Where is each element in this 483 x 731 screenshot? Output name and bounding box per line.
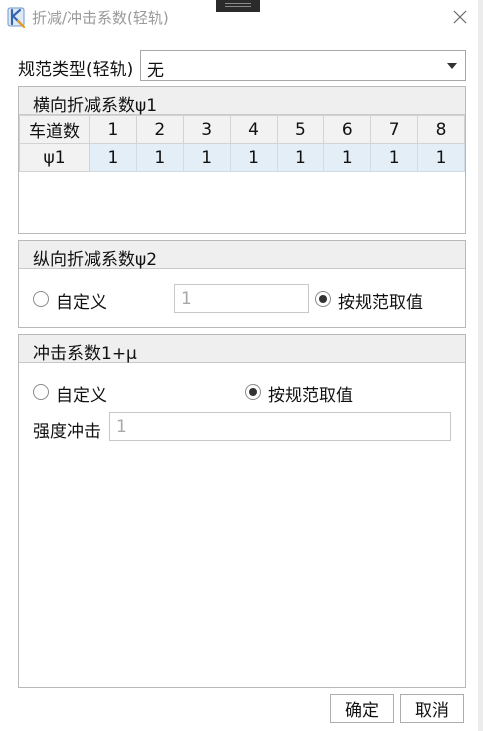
window-title: 折减/冲击系数(轻轨) <box>32 9 169 27</box>
column-header: 6 <box>323 115 372 144</box>
table-cell[interactable]: 1 <box>323 143 372 172</box>
strength-impact-input[interactable] <box>109 412 451 441</box>
chevron-down-icon <box>447 63 457 69</box>
table-header-row: 车道数 1 2 3 4 5 6 7 8 <box>19 115 465 144</box>
close-icon <box>453 10 467 24</box>
lateral-reduction-group: 横向折减系数ψ1 车道数 1 2 3 4 5 6 7 8 ψ1 1 1 1 1 … <box>18 86 466 234</box>
longitudinal-spec-label: 按规范取值 <box>338 293 423 313</box>
radio-checked-icon <box>245 384 261 400</box>
table-cell[interactable]: 1 <box>89 143 137 172</box>
close-button[interactable] <box>446 4 474 30</box>
row-header: ψ1 <box>19 143 90 172</box>
spec-type-label: 规范类型(轻轨) <box>18 60 134 80</box>
longitudinal-value-input[interactable] <box>174 284 309 313</box>
ok-button[interactable]: 确定 <box>330 694 394 723</box>
spec-type-value: 无 <box>147 61 164 81</box>
cancel-button[interactable]: 取消 <box>400 694 464 723</box>
impact-spec-radio[interactable]: 按规范取值 <box>245 381 375 406</box>
table-cell[interactable]: 1 <box>229 143 278 172</box>
impact-factor-title: 冲击系数1+μ <box>33 344 137 364</box>
strength-impact-label: 强度冲击 <box>33 422 101 442</box>
longitudinal-custom-label: 自定义 <box>56 293 107 313</box>
app-logo-icon <box>7 6 27 29</box>
table-cell[interactable]: 1 <box>182 143 231 172</box>
radio-checked-icon <box>315 291 331 307</box>
table-cell[interactable]: 1 <box>417 143 465 172</box>
longitudinal-reduction-header: 纵向折减系数ψ2 <box>19 241 465 270</box>
drag-grip-handle[interactable] <box>216 0 260 12</box>
longitudinal-spec-radio[interactable]: 按规范取值 <box>315 288 445 313</box>
column-header: 4 <box>229 115 278 144</box>
impact-custom-radio[interactable]: 自定义 <box>33 381 133 406</box>
impact-factor-header: 冲击系数1+μ <box>19 335 465 364</box>
table-cell[interactable]: 1 <box>276 143 325 172</box>
column-header: 1 <box>89 115 137 144</box>
radio-unchecked-icon <box>33 384 49 400</box>
radio-unchecked-icon <box>33 291 49 307</box>
column-header: 8 <box>417 115 465 144</box>
title-bar: 折减/冲击系数(轻轨) <box>0 0 483 36</box>
column-header: 车道数 <box>19 115 90 144</box>
table-row[interactable]: ψ1 1 1 1 1 1 1 1 1 <box>19 143 465 172</box>
column-header: 7 <box>370 115 419 144</box>
column-header: 2 <box>135 115 184 144</box>
lateral-reduction-table: 车道数 1 2 3 4 5 6 7 8 ψ1 1 1 1 1 1 1 1 1 <box>19 115 465 172</box>
longitudinal-reduction-group: 纵向折减系数ψ2 自定义 按规范取值 <box>18 240 466 328</box>
spec-type-select[interactable]: 无 <box>140 50 466 81</box>
column-header: 5 <box>276 115 325 144</box>
window-edge <box>478 0 483 731</box>
lateral-reduction-header: 横向折减系数ψ1 <box>19 87 465 116</box>
longitudinal-custom-radio[interactable]: 自定义 <box>33 288 133 313</box>
impact-spec-label: 按规范取值 <box>268 386 353 406</box>
table-cell[interactable]: 1 <box>370 143 419 172</box>
impact-factor-group: 冲击系数1+μ 自定义 按规范取值 强度冲击 <box>18 334 466 688</box>
lateral-reduction-title: 横向折减系数ψ1 <box>33 96 158 116</box>
impact-custom-label: 自定义 <box>56 386 107 406</box>
table-cell[interactable]: 1 <box>135 143 184 172</box>
longitudinal-reduction-title: 纵向折减系数ψ2 <box>33 250 158 270</box>
column-header: 3 <box>182 115 231 144</box>
